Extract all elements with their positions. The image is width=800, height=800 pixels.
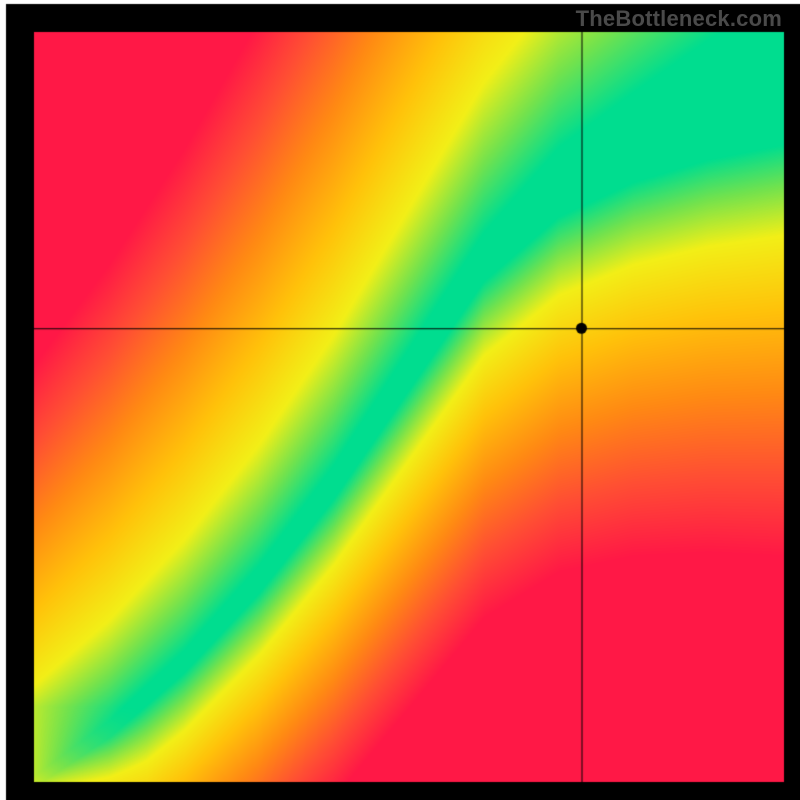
bottleneck-heatmap [0, 0, 800, 800]
watermark-text: TheBottleneck.com [576, 6, 782, 32]
chart-container: TheBottleneck.com [0, 0, 800, 800]
